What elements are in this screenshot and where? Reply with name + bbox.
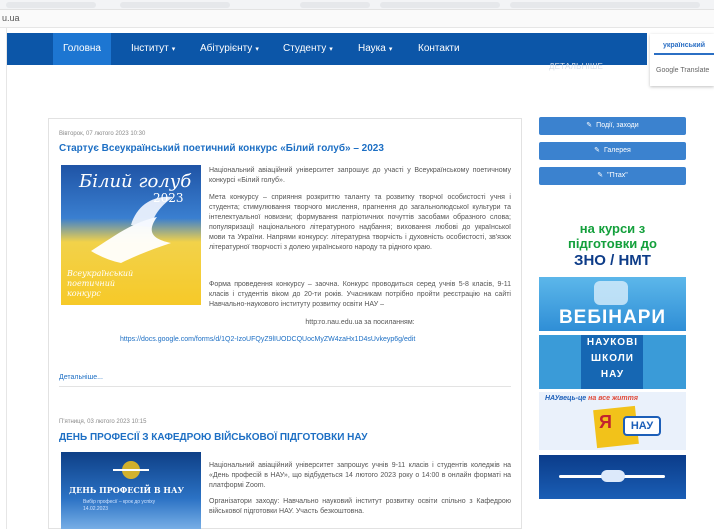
article-paragraph: Форма проведення конкурсу – заочна. Конк… (209, 281, 511, 308)
browser-tab-strip (0, 0, 714, 10)
article-image[interactable]: ДЕНЬ ПРОФЕСІЙ В НАУ Вибір професії – кро… (61, 452, 201, 529)
address-bar[interactable]: u.ua (0, 10, 714, 28)
chevron-down-icon: ▾ (255, 46, 259, 53)
image-title: ДЕНЬ ПРОФЕСІЙ В НАУ (69, 485, 184, 495)
nav-item-science[interactable]: Наука ▾ (348, 33, 402, 65)
article-paragraph: Організатори заходу: Навчально науковий … (209, 498, 511, 515)
divider (59, 386, 511, 387)
article-title[interactable]: Стартує Всеукраїнський поетичний конкурс… (59, 143, 384, 154)
browser-tab[interactable] (300, 2, 370, 8)
article-link[interactable]: https://docs.google.com/forms/d/1Q2-IzoU… (120, 336, 415, 343)
article-paragraph: Національний авіаційний університет запр… (209, 462, 511, 489)
article-image[interactable]: Білий голуб 2023 Всеукраїнський поетични… (61, 165, 201, 305)
ptakh-button[interactable]: ✎ "Птах" (539, 167, 686, 185)
image-title: Білий голуб (79, 171, 192, 192)
link-icon: ✎ (597, 172, 604, 179)
nav-item-contacts[interactable]: Контакти (408, 33, 470, 65)
browser-tab[interactable] (510, 2, 700, 8)
article-date: П'ятниця, 03 лютого 2023 10:15 (59, 419, 147, 425)
browser-tab[interactable] (120, 2, 230, 8)
google-translate-label: Google Translate (656, 67, 710, 74)
translate-widget: український Google Translate (650, 34, 714, 86)
link-icon: ✎ (594, 147, 600, 154)
address-text: u.ua (2, 13, 20, 23)
article-title[interactable]: ДЕНЬ ПРОФЕСІЇ З КАФЕДРОЮ ВІЙСЬКОВОЇ ПІДГ… (59, 432, 367, 443)
science-schools-banner[interactable]: НАУКОВІ ШКОЛИ НАУ (539, 335, 686, 389)
banner-more-ghost: ДЕТАЛЬНІШЕ (549, 62, 604, 71)
nau-logo: НАУ (623, 416, 661, 436)
zno-courses-banner[interactable]: на курси з підготовки до ЗНО / НМТ (539, 219, 686, 273)
read-more-link[interactable]: Детальніше... (59, 374, 103, 381)
webinar-illustration (594, 281, 628, 305)
language-selector[interactable]: український (654, 37, 714, 55)
webinars-banner[interactable]: ВЕБІНАРИ (539, 277, 686, 331)
article-paragraph: Національний авіаційний університет запр… (209, 167, 511, 184)
events-button[interactable]: ✎ Події, заходи (539, 117, 686, 135)
article-paragraph: http:ro.nau.edu.ua за посиланням: (305, 319, 415, 326)
browser-tab[interactable] (380, 2, 500, 8)
image-caption: Всеукраїнський поетичний конкурс (67, 269, 134, 298)
gallery-button[interactable]: ✎ Галерея (539, 142, 686, 160)
nav-item-student[interactable]: Студенту ▾ (273, 33, 343, 65)
nav-item-applicant[interactable]: Абітурієнту ▾ (190, 33, 269, 65)
browser-tab[interactable] (6, 2, 96, 8)
nav-item-institute[interactable]: Інститут ▾ (121, 33, 185, 65)
nau-for-life-banner[interactable]: НАУвець-це на все життя Я НАУ (539, 392, 686, 450)
link-icon: ✎ (586, 122, 593, 129)
chevron-down-icon: ▾ (171, 46, 176, 53)
image-year: 2023 (153, 191, 184, 205)
main-nav: Головна Інститут ▾ Абітурієнту ▾ Студенту ▾… (7, 33, 647, 65)
chevron-down-icon: ▾ (388, 46, 393, 53)
aviation-banner[interactable] (539, 455, 686, 499)
article-paragraph: Мета конкурсу – сприяння розкриттю талан… (209, 194, 511, 251)
chevron-down-icon: ▾ (329, 46, 333, 53)
image-caption: Вибір професії – крок до успіху 14.02.20… (83, 499, 156, 512)
article-date: Вівторок, 07 лютого 2023 10:30 (59, 131, 146, 137)
nav-item-home[interactable]: Головна (53, 33, 111, 65)
left-gutter (0, 28, 7, 529)
